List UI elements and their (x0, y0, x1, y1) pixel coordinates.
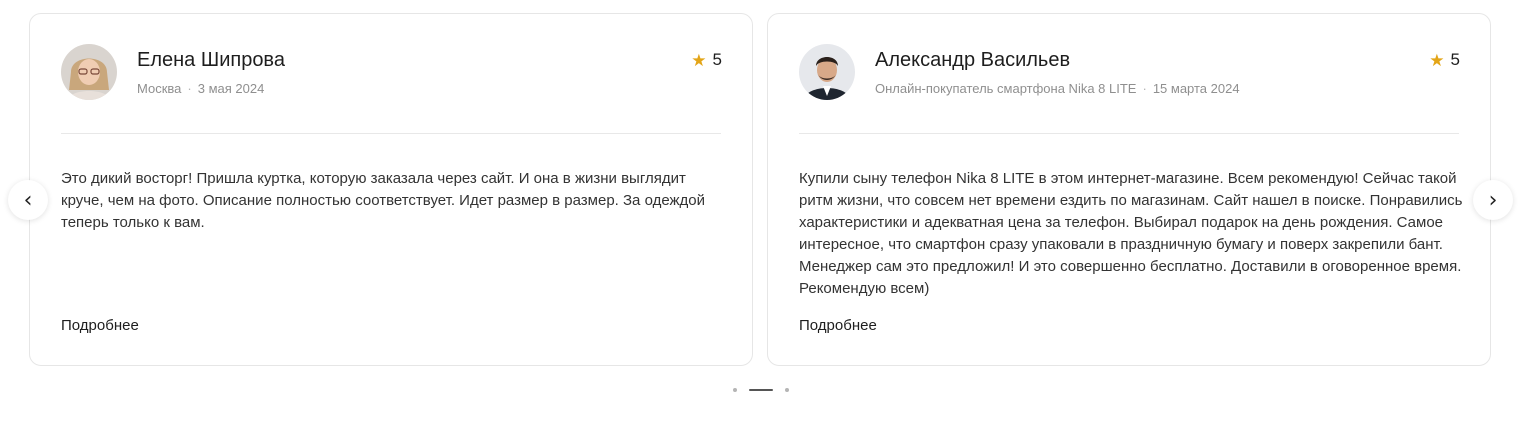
read-more-link[interactable]: Подробнее (61, 317, 139, 334)
review-text: Это дикий восторг! Пришла куртка, котору… (61, 170, 706, 231)
slider-pagination (733, 388, 789, 392)
rating-value: 5 (1450, 50, 1460, 69)
rating: ★ 5 (691, 50, 722, 70)
separator-dot: · (1142, 81, 1147, 96)
rating: ★ 5 (1429, 50, 1460, 70)
star-icon: ★ (1429, 50, 1445, 70)
chevron-right-icon: › (1488, 187, 1498, 213)
reviews-slider: Елена Шипрова Москва · 3 мая 2024 ★ 5 Это … (0, 0, 1528, 422)
chevron-left-icon: ‹ (23, 187, 33, 213)
divider (61, 133, 721, 134)
review-card: Елена Шипрова Москва · 3 мая 2024 ★ 5 Это … (29, 13, 753, 366)
divider (799, 133, 1459, 134)
avatar (799, 44, 855, 100)
review-date: 15 марта 2024 (1152, 81, 1240, 96)
reviewer-city: Москва (137, 81, 182, 96)
review-date: 3 мая 2024 (197, 81, 265, 96)
reviewer-city: Онлайн-покупатель смартфона Nika 8 LITE (875, 81, 1137, 96)
review-card: Александр Васильев Онлайн-покупатель сма… (767, 13, 1491, 366)
rating-value: 5 (712, 50, 722, 69)
pagination-dot-active[interactable] (749, 389, 773, 391)
pagination-dot[interactable] (733, 388, 737, 392)
star-icon: ★ (691, 50, 707, 70)
review-meta: Онлайн-покупатель смартфона Nika 8 LITE ·… (875, 81, 1240, 96)
separator-dot: · (187, 81, 192, 96)
review-meta: Москва · 3 мая 2024 (137, 81, 264, 96)
review-text: Купили сыну телефон Nika 8 LITE в этом и… (799, 170, 1463, 297)
next-slide-button[interactable]: › (1473, 180, 1513, 220)
pagination-dot[interactable] (785, 388, 789, 392)
reviewer-name: Александр Васильев (875, 49, 1071, 71)
reviewer-name: Елена Шипрова (137, 49, 285, 71)
read-more-link[interactable]: Подробнее (799, 317, 877, 334)
prev-slide-button[interactable]: ‹ (8, 180, 48, 220)
avatar (61, 44, 117, 100)
